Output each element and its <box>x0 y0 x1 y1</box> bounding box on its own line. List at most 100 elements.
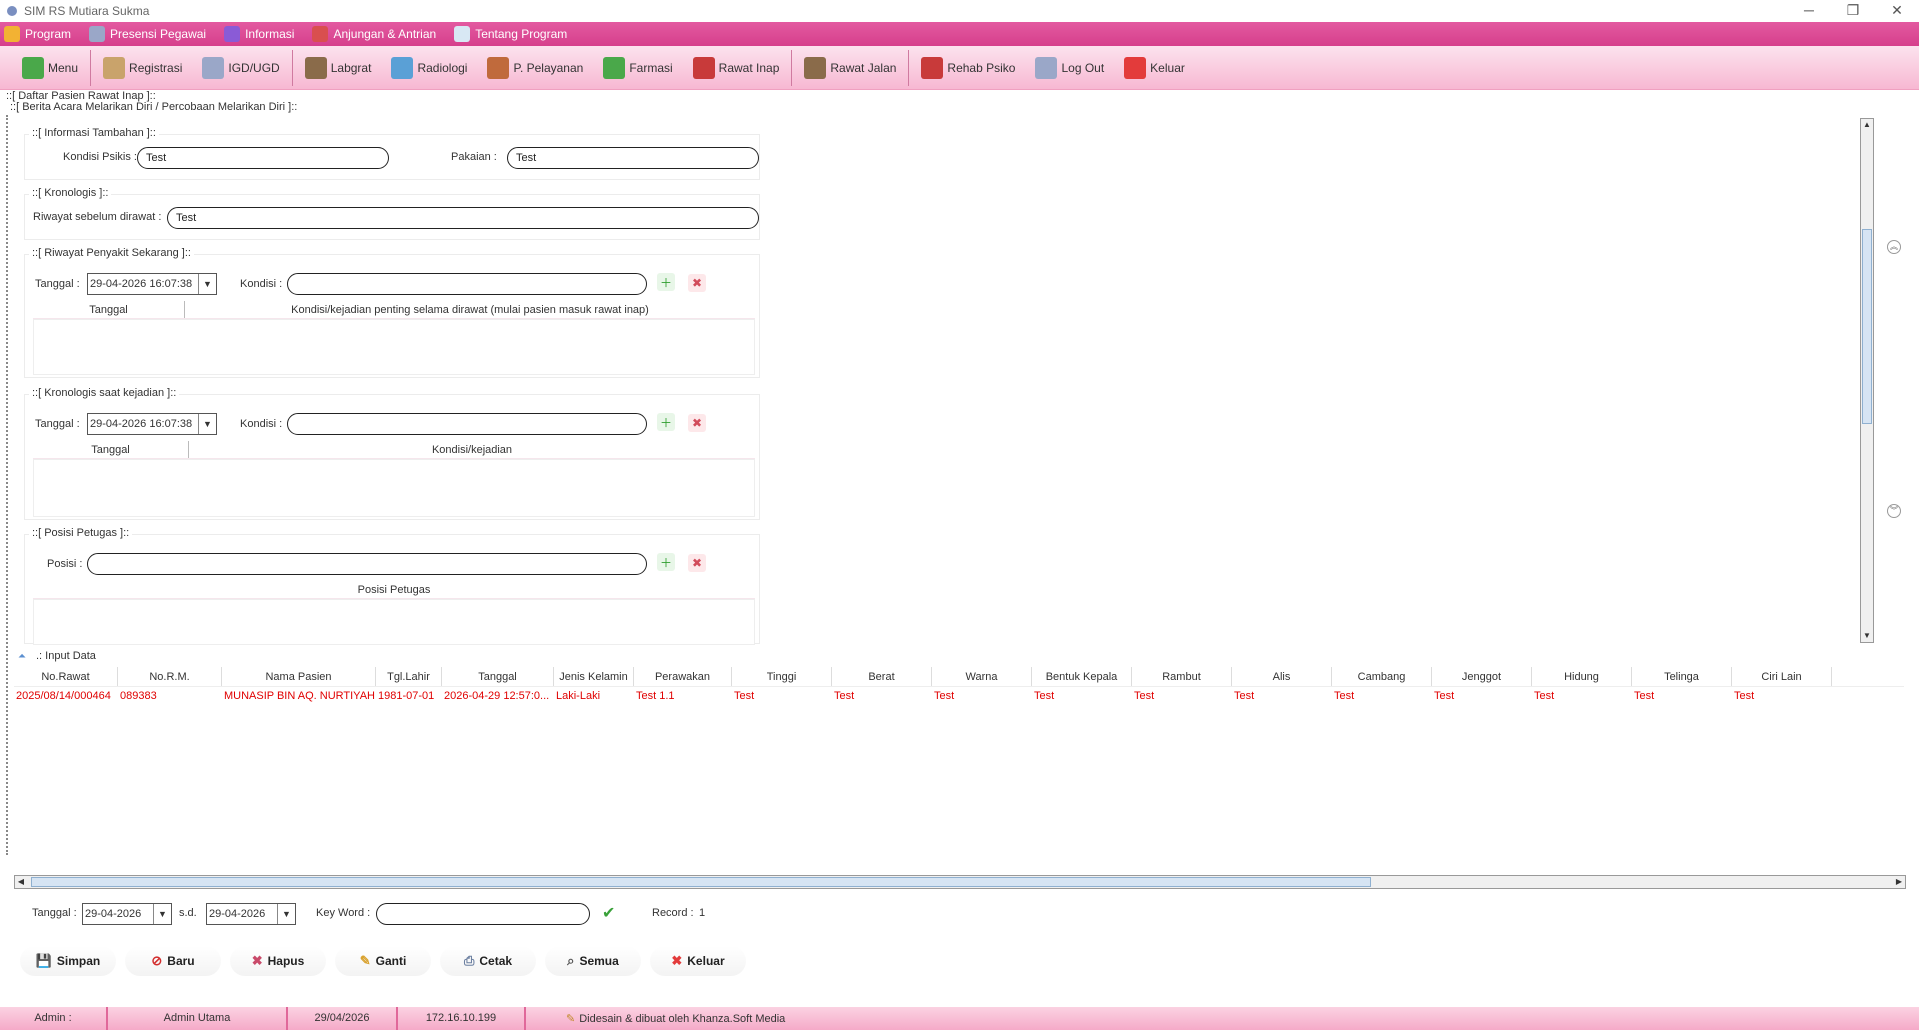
menu-item-2[interactable]: Informasi <box>224 26 294 42</box>
chevron-down-icon[interactable]: ▼ <box>198 414 216 434</box>
grid-col-header[interactable]: Cambang <box>1332 667 1432 686</box>
menu-item-4[interactable]: Tentang Program <box>454 26 567 42</box>
toolbar-button-10[interactable]: Log Out <box>1025 50 1114 86</box>
toolbar-button-5[interactable]: P. Pelayanan <box>477 50 593 86</box>
grid-col-header[interactable]: Tinggi <box>732 667 832 686</box>
grid-col-header[interactable]: Perawakan <box>634 667 732 686</box>
kronologis-group: ::[ Kronologis ]:: Riwayat sebelum diraw… <box>24 187 760 240</box>
kk-table-body[interactable] <box>33 459 755 517</box>
add-row-icon[interactable]: ＋ <box>657 553 675 571</box>
input-data-toggle[interactable]: ⏶ .: Input Data <box>18 650 96 662</box>
rp-col-kondisi[interactable]: Kondisi/kejadian penting selama dirawat … <box>185 301 755 318</box>
toolbar-button-2[interactable]: IGD/UGD <box>192 50 289 86</box>
ganti-button[interactable]: ✎ Ganti <box>335 946 431 976</box>
grid-col-header[interactable]: No.R.M. <box>118 667 222 686</box>
table-row[interactable]: 2025/08/14/000464 089383 MUNASIP BIN AQ. N… <box>14 687 1904 705</box>
toolbar-separator <box>908 49 910 86</box>
toolbar-button-3[interactable]: Labgrat <box>295 50 382 86</box>
kk-col-tanggal[interactable]: Tanggal <box>33 441 189 458</box>
grid-col-header[interactable]: Alis <box>1232 667 1332 686</box>
grid-col-header[interactable]: Ciri Lain <box>1732 667 1832 686</box>
grid-col-header[interactable]: Jenis Kelamin <box>554 667 634 686</box>
search-input[interactable] <box>376 903 590 925</box>
rp-kondisi-input[interactable] <box>287 273 647 295</box>
cetak-button[interactable]: ⎙ Cetak <box>440 946 536 976</box>
add-row-icon[interactable]: ＋ <box>657 413 675 431</box>
scroll-right-icon[interactable]: ▶ <box>1893 876 1905 888</box>
menu-item-label: Tentang Program <box>475 27 568 41</box>
hapus-button[interactable]: ✖ Hapus <box>230 946 326 976</box>
scroll-thumb[interactable] <box>31 877 1371 887</box>
toolbar-button-8[interactable]: Rawat Jalan <box>794 50 906 86</box>
delete-row-icon[interactable]: ✖ <box>688 554 706 572</box>
add-row-icon[interactable]: ＋ <box>657 273 675 291</box>
baru-button[interactable]: ⊘ Baru <box>125 946 221 976</box>
kondisi-psikis-input[interactable]: Test <box>137 147 389 169</box>
grid-col-header[interactable]: Warna <box>932 667 1032 686</box>
delete-row-icon[interactable]: ✖ <box>688 274 706 292</box>
simpan-button[interactable]: 💾 Simpan <box>20 946 116 976</box>
toolbar-button-9[interactable]: Rehab Psiko <box>911 50 1025 86</box>
toolbar-button-6[interactable]: Farmasi <box>593 50 682 86</box>
riwayat-penyakit-group: ::[ Riwayat Penyakit Sekarang ]:: Tangga… <box>24 247 760 378</box>
pp-col-posisi[interactable]: Posisi Petugas <box>33 581 755 598</box>
semua-button[interactable]: ⌕ Semua <box>545 946 641 976</box>
filter-date-from[interactable]: 29-04-2026 ▼ <box>82 903 172 925</box>
toolbar-button-11[interactable]: Keluar <box>1114 50 1195 86</box>
grid-col-header[interactable]: Berat <box>832 667 932 686</box>
grid-col-header[interactable]: Hidung <box>1532 667 1632 686</box>
form-vertical-scrollbar[interactable]: ▲ ▼ <box>1860 118 1874 643</box>
chevron-down-icon[interactable]: ▼ <box>153 904 171 924</box>
toolbar-button-label: IGD/UGD <box>228 60 280 75</box>
toolbar-button-4[interactable]: Radiologi <box>381 50 477 86</box>
toolbar-button-7[interactable]: Rawat Inap <box>683 50 790 86</box>
toolbar-button-label: Radiologi <box>417 60 468 75</box>
grid-col-header[interactable]: Tgl.Lahir <box>376 667 442 686</box>
grid-col-header[interactable]: Telinga <box>1632 667 1732 686</box>
grid-col-header[interactable]: Bentuk Kepala <box>1032 667 1132 686</box>
grid-cell: Test <box>734 690 755 702</box>
keluar-button[interactable]: ✖ Keluar <box>650 946 746 976</box>
minimize-button[interactable]: ─ <box>1787 0 1831 22</box>
scroll-up-icon[interactable]: ▲ <box>1861 119 1873 131</box>
toolbar-button-1[interactable]: Registrasi <box>93 50 192 86</box>
scroll-thumb[interactable] <box>1862 229 1872 424</box>
pp-table-header: Posisi Petugas <box>33 581 755 599</box>
rehab-icon <box>921 56 944 79</box>
button-label: Ganti <box>375 954 407 968</box>
rp-tanggal-picker[interactable]: 29-04-2026 16:07:38 ▼ <box>87 273 217 295</box>
grid-col-header[interactable]: Jenggot <box>1432 667 1532 686</box>
chevron-down-icon[interactable]: ▼ <box>277 904 295 924</box>
posisi-input[interactable] <box>87 553 647 575</box>
pakaian-input[interactable]: Test <box>507 147 759 169</box>
pp-table-body[interactable] <box>33 599 755 645</box>
collapse-up-icon[interactable]: ︽ <box>1887 240 1901 254</box>
close-button[interactable]: ✕ <box>1875 0 1919 22</box>
chevron-down-icon[interactable]: ▼ <box>198 274 216 294</box>
grid-col-header[interactable]: No.Rawat <box>14 667 118 686</box>
menu-item-3[interactable]: Anjungan & Antrian <box>312 26 436 42</box>
delete-row-icon[interactable]: ✖ <box>688 414 706 432</box>
kk-col-kondisi[interactable]: Kondisi/kejadian <box>189 441 755 458</box>
grid-col-header[interactable]: Tanggal <box>442 667 554 686</box>
splitter-handle[interactable] <box>6 115 10 855</box>
kk-kondisi-input[interactable] <box>287 413 647 435</box>
riwayat-input[interactable]: Test <box>167 207 759 229</box>
filter-date-to[interactable]: 29-04-2026 ▼ <box>206 903 296 925</box>
scroll-left-icon[interactable]: ◀ <box>15 876 27 888</box>
grid-horizontal-scrollbar[interactable]: ◀ ▶ <box>14 875 1906 889</box>
collapse-up-icon[interactable]: ⏶ <box>18 651 32 662</box>
scroll-down-icon[interactable]: ▼ <box>1861 630 1873 642</box>
kk-tanggal-picker[interactable]: 29-04-2026 16:07:38 ▼ <box>87 413 217 435</box>
data-grid-body[interactable] <box>14 706 1904 874</box>
grid-col-header[interactable]: Nama Pasien <box>222 667 376 686</box>
rp-col-tanggal[interactable]: Tanggal <box>33 301 185 318</box>
maximize-button[interactable]: ❐ <box>1831 0 1875 22</box>
grid-col-header[interactable]: Rambut <box>1132 667 1232 686</box>
search-check-icon[interactable]: ✔ <box>602 903 615 923</box>
menu-item-1[interactable]: Presensi Pegawai <box>89 26 206 42</box>
menu-item-0[interactable]: Program <box>4 26 71 42</box>
collapse-down-icon[interactable]: ︾ <box>1887 504 1901 518</box>
rp-table-body[interactable] <box>33 319 755 375</box>
toolbar-button-0[interactable]: Menu <box>12 50 88 86</box>
